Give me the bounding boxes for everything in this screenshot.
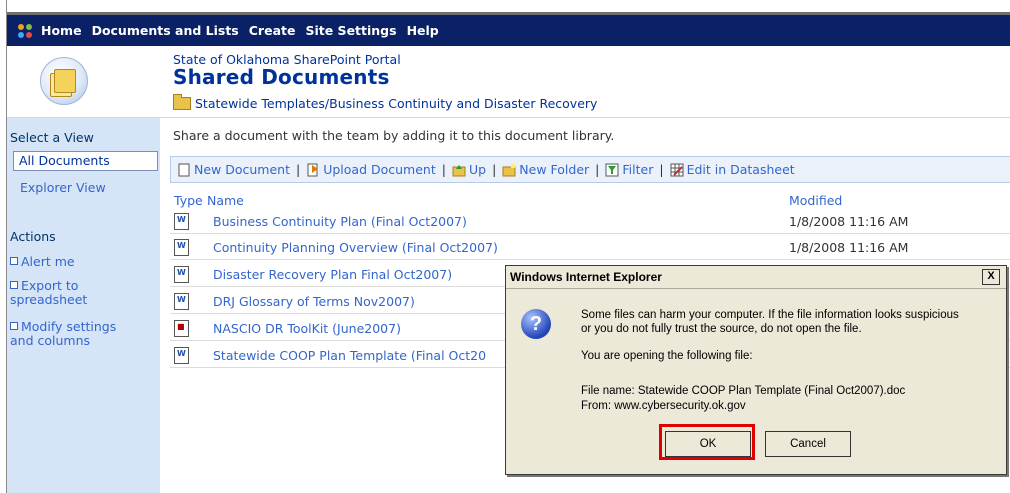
word-doc-icon xyxy=(174,347,189,364)
upload-icon xyxy=(307,163,319,176)
page-title: Shared Documents xyxy=(173,65,390,89)
close-icon[interactable]: X xyxy=(982,269,1000,285)
new-folder-icon xyxy=(502,163,516,176)
folder-icon xyxy=(173,94,191,110)
pdf-doc-icon xyxy=(174,320,189,337)
question-icon: ? xyxy=(521,309,551,339)
upload-document-button[interactable]: Upload Document xyxy=(306,162,436,177)
document-modified: 1/8/2008 11:16 AM xyxy=(789,240,909,255)
sharepoint-logo-icon xyxy=(18,23,32,38)
filter-icon xyxy=(605,163,619,176)
breadcrumb-path[interactable]: Statewide Templates/Business Continuity … xyxy=(195,96,597,111)
page-header: State of Oklahoma SharePoint Portal Shar… xyxy=(7,46,1010,118)
document-name-link[interactable]: DRJ Glossary of Terms Nov2007) xyxy=(213,294,415,309)
action-modify-settings[interactable]: Modify settings and columns xyxy=(10,320,155,348)
nav-documents-and-lists[interactable]: Documents and Lists xyxy=(92,23,239,38)
document-library-icon xyxy=(40,57,88,105)
column-header-modified[interactable]: Modified xyxy=(789,193,842,208)
word-doc-icon xyxy=(174,239,189,256)
document-row[interactable]: Continuity Planning Overview (Final Oct2… xyxy=(170,237,1010,260)
new-folder-button[interactable]: New Folder xyxy=(502,162,589,177)
filter-button[interactable]: Filter xyxy=(605,162,653,177)
file-download-dialog: Windows Internet Explorer X ? Some files… xyxy=(505,265,1007,475)
nav-site-settings[interactable]: Site Settings xyxy=(305,23,396,38)
dialog-title-bar[interactable]: Windows Internet Explorer X xyxy=(506,266,1006,289)
up-folder-icon xyxy=(452,164,466,176)
word-doc-icon xyxy=(174,293,189,310)
warning-text-line1: Some files can harm your computer. If th… xyxy=(581,309,959,321)
warning-text-line2: or you do not fully trust the source, do… xyxy=(581,323,862,335)
document-modified: 1/8/2008 11:16 AM xyxy=(789,214,909,229)
new-document-icon xyxy=(178,163,190,176)
left-sidebar: Select a View All Documents Explorer Vie… xyxy=(7,118,160,493)
select-a-view-label: Select a View xyxy=(10,130,94,145)
up-folder-button[interactable]: Up xyxy=(452,162,486,177)
document-row[interactable]: Business Continuity Plan (Final Oct2007)… xyxy=(170,211,1010,234)
word-doc-icon xyxy=(174,266,189,283)
actions-label: Actions xyxy=(10,229,56,244)
edit-in-datasheet-button[interactable]: Edit in Datasheet xyxy=(670,162,795,177)
document-name-link[interactable]: Continuity Planning Overview (Final Oct2… xyxy=(213,240,498,255)
opening-file-text: You are opening the following file: xyxy=(581,350,753,362)
document-name-link[interactable]: Disaster Recovery Plan Final Oct2007) xyxy=(213,267,452,282)
breadcrumb[interactable]: Statewide Templates/Business Continuity … xyxy=(173,94,597,111)
action-alert-me[interactable]: Alert me xyxy=(10,255,75,269)
action-export-to-spreadsheet[interactable]: Export to spreadsheet xyxy=(10,279,150,307)
new-document-button[interactable]: New Document xyxy=(177,162,290,177)
file-source-text: From: www.cybersecurity.ok.gov xyxy=(581,400,746,412)
library-description: Share a document with the team by adding… xyxy=(173,128,615,143)
nav-create[interactable]: Create xyxy=(249,23,296,38)
top-navigation-bar: Home Documents and Lists Create Site Set… xyxy=(7,12,1010,46)
view-explorer-view[interactable]: Explorer View xyxy=(20,180,106,195)
cancel-button[interactable]: Cancel xyxy=(765,431,851,457)
left-frame-border xyxy=(0,0,7,493)
document-name-link[interactable]: Statewide COOP Plan Template (Final Oct2… xyxy=(213,348,486,363)
document-name-link[interactable]: Business Continuity Plan (Final Oct2007) xyxy=(213,214,467,229)
ok-button[interactable]: OK xyxy=(665,431,751,457)
file-name-text: File name: Statewide COOP Plan Template … xyxy=(581,385,906,397)
document-name-link[interactable]: NASCIO DR ToolKit (June2007) xyxy=(213,321,401,336)
word-doc-icon xyxy=(174,213,189,230)
datasheet-icon xyxy=(670,163,684,176)
column-header-type[interactable]: Type xyxy=(174,193,203,208)
dialog-title: Windows Internet Explorer xyxy=(510,270,662,284)
nav-home[interactable]: Home xyxy=(41,23,82,38)
nav-help[interactable]: Help xyxy=(407,23,439,38)
column-header-name[interactable]: Name xyxy=(207,193,244,208)
library-toolbar: New Document | Upload Document | Up | Ne… xyxy=(170,156,1010,183)
view-all-documents[interactable]: All Documents xyxy=(13,151,158,171)
